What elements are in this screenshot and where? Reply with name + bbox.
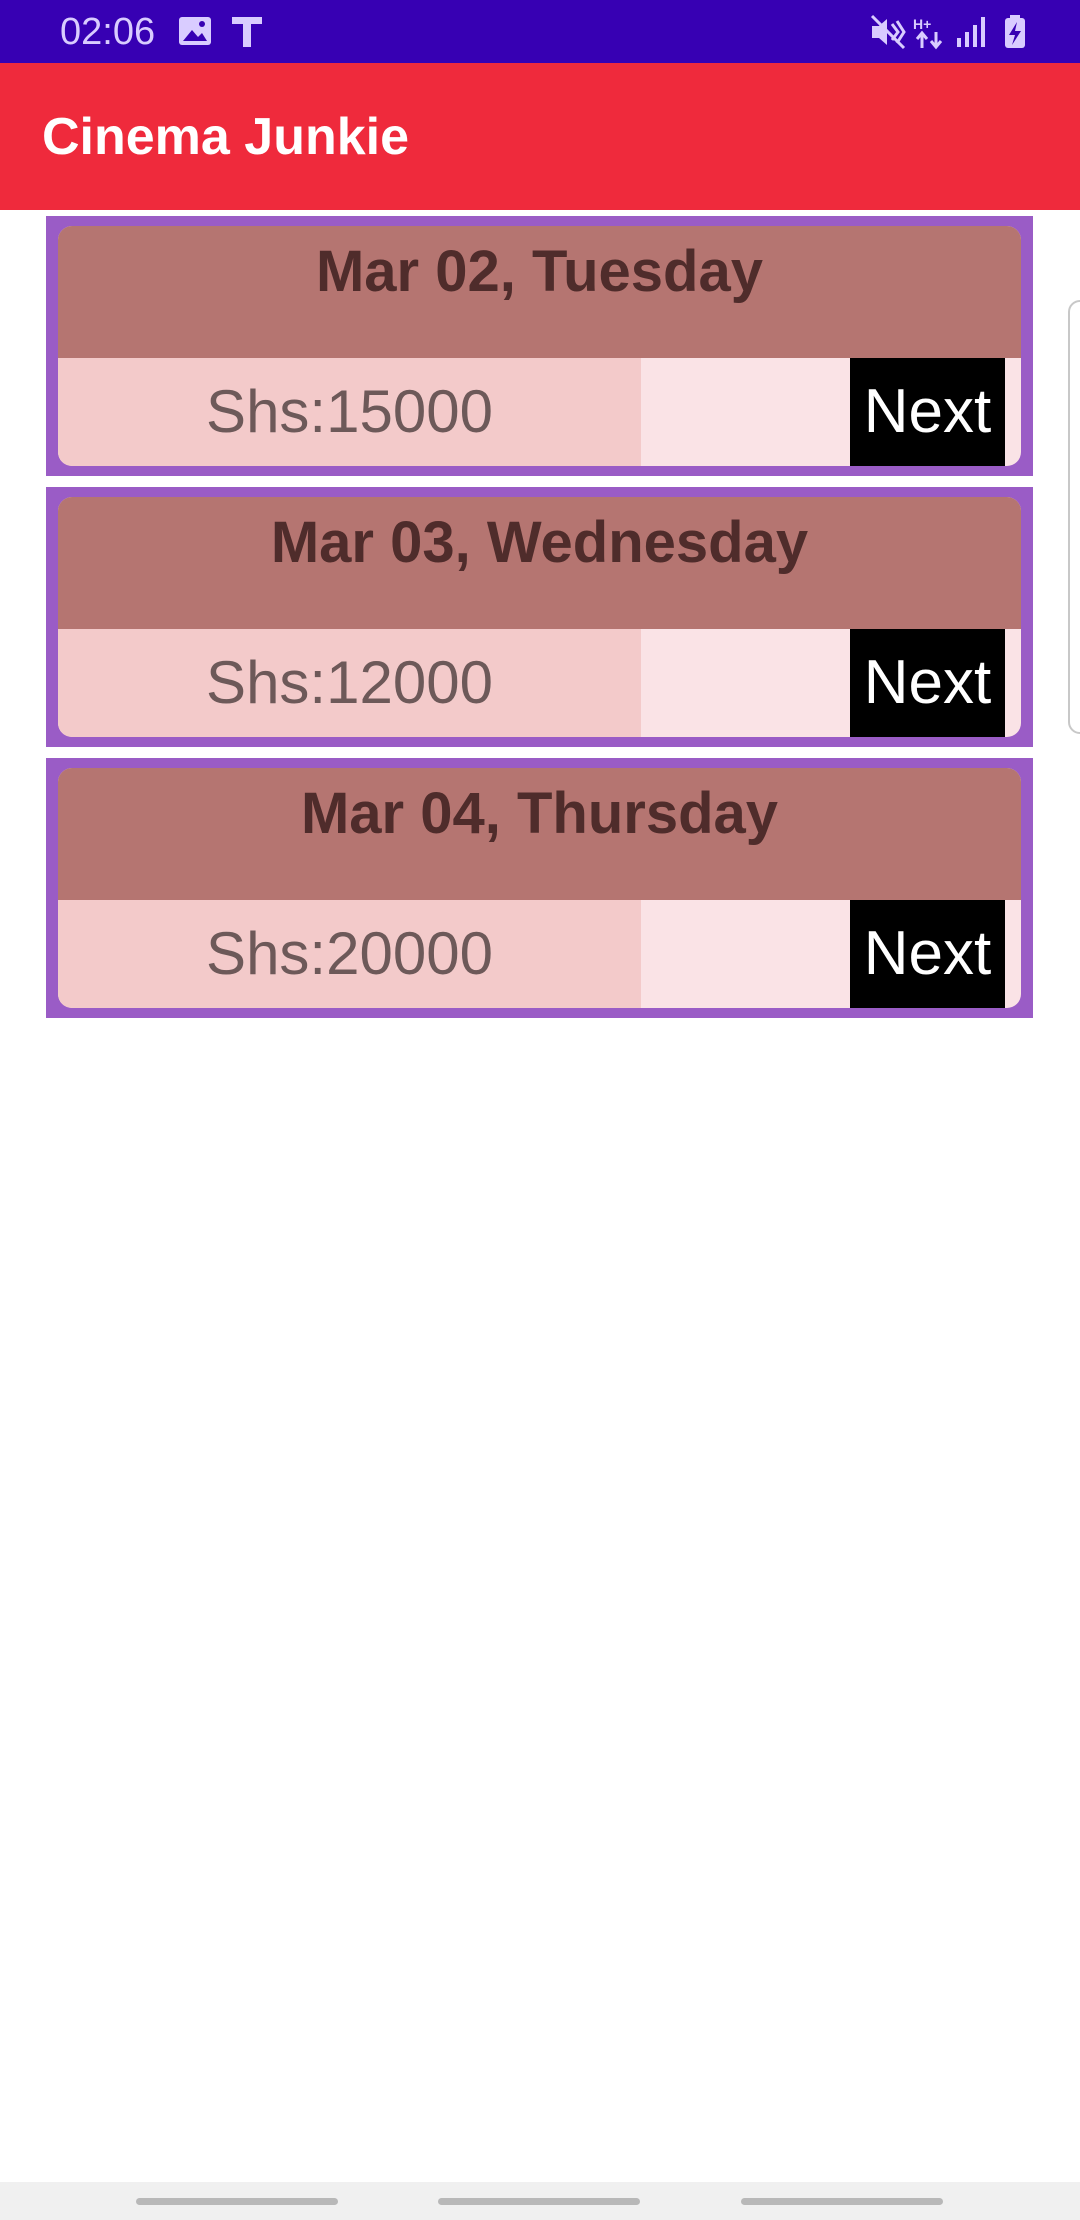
showtime-card-header: Mar 04, Thursday [58,768,1021,900]
mute-vibrate-icon [868,12,908,52]
battery-charging-icon [996,12,1036,52]
image-icon [176,12,216,52]
data-transfer-icon: H+ [910,12,950,52]
showtime-card-body: Mar 02, Tuesday Shs:15000 Next [58,226,1021,466]
nav-gesture-pill-center[interactable] [438,2198,640,2205]
showtime-date: Mar 02, Tuesday [315,239,763,304]
ticket-price-box: Shs:20000 [58,900,641,1008]
next-button[interactable]: Next [850,358,1005,466]
gesture-navigation-bar [0,2182,1080,2220]
showtime-card-body: Mar 04, Thursday Shs:20000 Next [58,768,1021,1008]
edge-panel-handle[interactable] [1068,300,1080,734]
next-button[interactable]: Next [850,629,1005,737]
ticket-price-box: Shs:15000 [58,358,641,466]
status-bar: 02:06 H+ [0,0,1080,63]
text-t-icon [228,12,268,52]
app-bar: Cinema Junkie [0,63,1080,210]
showtime-card-body: Mar 03, Wednesday Shs:12000 Next [58,497,1021,737]
showtime-card: Mar 03, Wednesday Shs:12000 Next [46,487,1033,747]
nav-gesture-pill-left[interactable] [136,2198,338,2205]
showtime-card: Mar 04, Thursday Shs:20000 Next [46,758,1033,1018]
status-time: 02:06 [60,11,156,53]
showtime-card-header: Mar 03, Wednesday [58,497,1021,629]
ticket-price: Shs:15000 [206,378,493,445]
svg-text:H+: H+ [913,16,931,32]
next-button[interactable]: Next [850,900,1005,1008]
ticket-price-box: Shs:12000 [58,629,641,737]
showtime-card-header: Mar 02, Tuesday [58,226,1021,358]
app-title: Cinema Junkie [42,108,410,166]
showtime-card: Mar 02, Tuesday Shs:15000 Next [46,216,1033,476]
ticket-price: Shs:12000 [206,649,493,716]
showtime-date: Mar 03, Wednesday [270,510,809,575]
showtime-date: Mar 04, Thursday [300,781,779,846]
ticket-price: Shs:20000 [206,920,493,987]
signal-icon [952,12,992,52]
nav-gesture-pill-right[interactable] [741,2198,943,2205]
